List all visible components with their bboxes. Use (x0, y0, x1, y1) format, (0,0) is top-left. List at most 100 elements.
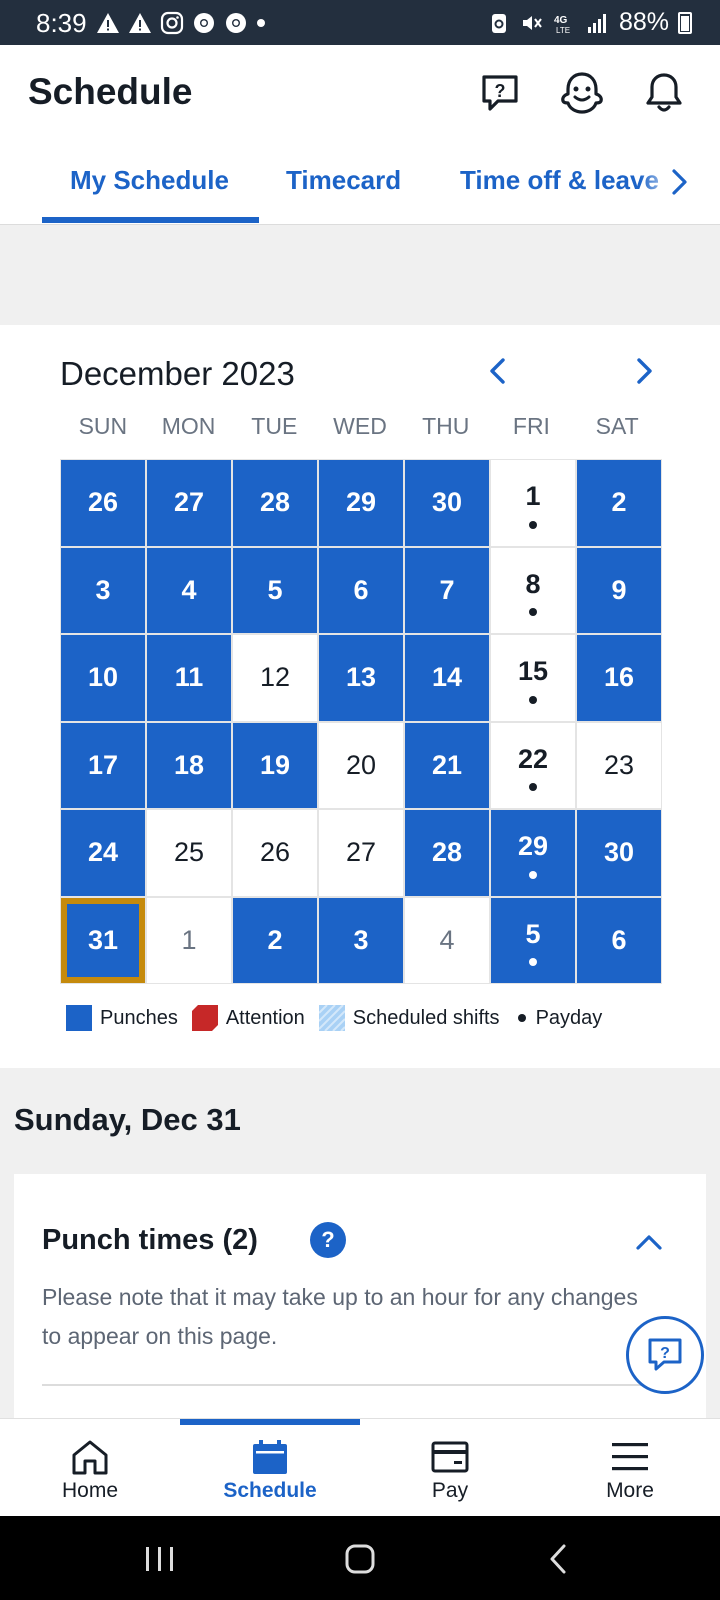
calendar-day[interactable]: 22 (491, 722, 575, 808)
calendar-day[interactable]: 30 (577, 810, 661, 896)
calendar-day[interactable]: 1 (147, 897, 231, 983)
calendar-day[interactable]: 9 (577, 547, 661, 633)
calendar-day[interactable]: 23 (577, 722, 661, 808)
day-number: 21 (431, 749, 463, 780)
home-system-icon[interactable] (340, 1542, 380, 1576)
calendar-day[interactable]: 30 (405, 460, 489, 546)
system-status-icons: 4G LTE 88% (487, 8, 692, 37)
help-icon[interactable]: ? (310, 1222, 346, 1258)
calendar-day[interactable]: 8 (491, 547, 575, 633)
calendar-day[interactable]: 29 (319, 460, 403, 546)
calendar-day[interactable]: 27 (319, 810, 403, 896)
signal-icon (587, 13, 606, 33)
day-number: 31 (87, 924, 119, 955)
floating-help-button[interactable]: ? (626, 1316, 704, 1394)
battery-percent: 88% (618, 8, 669, 36)
calendar-day[interactable]: 28 (405, 810, 489, 896)
calendar-day[interactable]: 26 (233, 810, 317, 896)
recent-apps-icon[interactable] (140, 1542, 180, 1576)
day-number: 1 (181, 924, 197, 955)
calendar-day[interactable]: 6 (577, 897, 661, 983)
nav-label: Pay (431, 1479, 469, 1502)
calendar-day[interactable]: 11 (147, 635, 231, 721)
previous-month-icon[interactable] (478, 351, 518, 391)
calendar-day[interactable]: 17 (61, 722, 145, 808)
legend-label: Punches (100, 1006, 178, 1029)
calendar-day[interactable]: 21 (405, 722, 489, 808)
day-number: 29 (517, 831, 549, 862)
chevron-up-icon[interactable] (634, 1228, 664, 1258)
calendar-day[interactable]: 16 (577, 635, 661, 721)
calendar-day[interactable]: 26 (61, 460, 145, 546)
calendar-day[interactable]: 4 (147, 547, 231, 633)
calendar-day[interactable]: 15 (491, 635, 575, 721)
nav-more[interactable]: More (540, 1419, 720, 1517)
help-chat-icon: ? (648, 1338, 682, 1371)
data-saver-icon (491, 13, 506, 33)
calendar-day[interactable]: 20 (319, 722, 403, 808)
calendar-day[interactable]: 1 (491, 460, 575, 546)
legend-scheduled-shifts: Scheduled shifts (318, 1005, 500, 1031)
back-icon[interactable] (540, 1542, 580, 1576)
day-number: 13 (345, 662, 377, 693)
calendar-day-selected[interactable]: 31 (61, 897, 145, 983)
menu-icon (612, 1443, 648, 1471)
day-number: 3 (353, 924, 369, 955)
calendar-day[interactable]: 7 (405, 547, 489, 633)
weekday-label: SUN (78, 413, 128, 439)
day-number: 4 (439, 924, 455, 955)
active-tab-indicator (42, 217, 259, 223)
tab-time-off-leave[interactable]: Time off & leave (460, 165, 659, 196)
calendar-day[interactable]: 18 (147, 722, 231, 808)
bell-icon[interactable] (640, 69, 688, 117)
calendar-day[interactable]: 14 (405, 635, 489, 721)
tab-my-schedule[interactable]: My Schedule (70, 165, 229, 196)
ghost-bot-icon[interactable] (558, 69, 606, 117)
svg-text:?: ? (660, 1345, 670, 1362)
calendar-day[interactable]: 5 (491, 897, 575, 983)
calendar-day[interactable]: 3 (61, 547, 145, 633)
chevron-right-icon[interactable] (668, 165, 692, 199)
svg-text:LTE: LTE (556, 26, 570, 35)
calendar-month-title: December 2023 (60, 355, 295, 392)
calendar-day[interactable]: 4 (405, 897, 489, 983)
calendar-day[interactable]: 10 (61, 635, 145, 721)
calendar-day[interactable]: 5 (233, 547, 317, 633)
calendar-icon (253, 1440, 287, 1474)
nav-label: Home (61, 1479, 119, 1502)
calendar-day[interactable]: 12 (233, 635, 317, 721)
day-number: 26 (259, 837, 291, 868)
status-time: 8:39 (36, 8, 87, 38)
calendar-day[interactable]: 27 (147, 460, 231, 546)
day-number: 1 (525, 481, 541, 512)
nav-schedule[interactable]: Schedule (180, 1419, 360, 1517)
calendar-day[interactable]: 28 (233, 460, 317, 546)
calendar-day[interactable]: 2 (577, 460, 661, 546)
calendar-day[interactable]: 3 (319, 897, 403, 983)
legend-swatch (66, 1005, 92, 1031)
calendar-day[interactable]: 29 (491, 810, 575, 896)
help-chat-icon[interactable]: ? (476, 69, 524, 117)
next-month-icon[interactable] (624, 351, 664, 391)
legend-label: Payday (535, 1006, 603, 1029)
tab-timecard[interactable]: Timecard (286, 165, 401, 196)
system-navigation-bar (0, 1516, 720, 1600)
payday-dot (529, 520, 537, 529)
bottom-navigation: Home Schedule Pay More (0, 1418, 720, 1516)
nav-pay[interactable]: Pay (360, 1419, 540, 1517)
legend-payday: Payday (514, 1005, 603, 1031)
day-number: 5 (267, 574, 283, 605)
calendar-day[interactable]: 13 (319, 635, 403, 721)
punch-times-card: Punch times (2) ? Please note that it ma… (14, 1174, 706, 1434)
calendar-day[interactable]: 6 (319, 547, 403, 633)
nav-home[interactable]: Home (0, 1419, 180, 1517)
calendar-day[interactable]: 25 (147, 810, 231, 896)
svg-text:4G: 4G (554, 15, 568, 26)
calendar-day[interactable]: 24 (61, 810, 145, 896)
nav-label: More (606, 1479, 654, 1502)
day-number: 9 (611, 574, 627, 605)
calendar-day[interactable]: 2 (233, 897, 317, 983)
mute-icon (522, 15, 542, 30)
calendar-day[interactable]: 19 (233, 722, 317, 808)
day-number: 26 (87, 487, 119, 518)
